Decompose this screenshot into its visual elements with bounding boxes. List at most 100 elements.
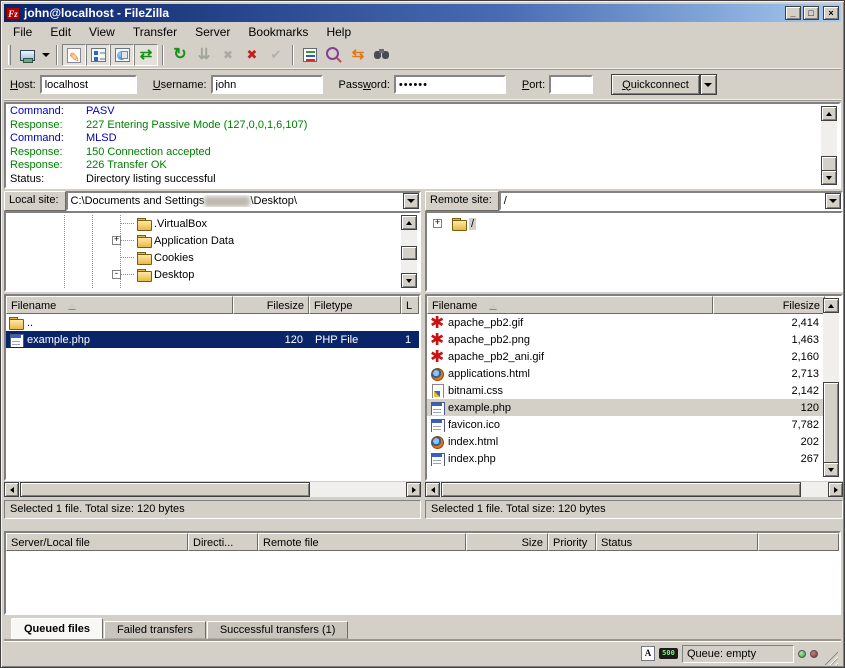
password-input[interactable]	[394, 75, 506, 94]
menu-bookmarks[interactable]: Bookmarks	[239, 24, 317, 40]
file-row[interactable]: apache_pb2_ani.gif2,160	[427, 348, 825, 365]
file-row[interactable]: apache_pb2.gif2,414	[427, 314, 825, 331]
menu-edit[interactable]: Edit	[41, 24, 80, 40]
tree-expander-icon[interactable]: +	[112, 236, 121, 245]
scroll-thumb[interactable]	[401, 246, 417, 260]
compare-directories-button[interactable]	[322, 44, 346, 66]
cancel-operation-button[interactable]	[216, 44, 240, 66]
scroll-right-icon[interactable]	[828, 482, 843, 497]
tab-queued-files[interactable]: Queued files	[11, 618, 103, 639]
file-row[interactable]: apache_pb2.png1,463	[427, 331, 825, 348]
column-header-filename[interactable]: Filename	[6, 296, 233, 314]
local-site-combobox[interactable]: C:\Documents and Settings\Desktop\	[66, 191, 421, 211]
column-header-status[interactable]: Status	[596, 533, 758, 551]
resize-grip[interactable]	[824, 651, 838, 665]
scroll-left-icon[interactable]	[425, 482, 440, 497]
file-row[interactable]: index.php267	[427, 450, 825, 467]
port-input[interactable]	[549, 75, 593, 94]
speed-limit-icon[interactable]: 500	[659, 648, 678, 659]
file-row[interactable]: bitnami.css2,142	[427, 382, 825, 399]
column-header-size[interactable]: Size	[466, 533, 548, 551]
host-input[interactable]	[40, 75, 137, 94]
combo-dropdown-icon[interactable]	[403, 193, 419, 209]
file-row[interactable]: favicon.ico7,782	[427, 416, 825, 433]
tree-item[interactable]: .VirtualBox	[8, 215, 401, 232]
filter-button[interactable]	[298, 44, 322, 66]
tab-failed-transfers[interactable]: Failed transfers	[104, 621, 206, 639]
tree-expander-icon[interactable]: -	[112, 270, 121, 279]
file-row[interactable]: ..	[6, 314, 419, 331]
tree-item[interactable]: +Application Data	[8, 232, 401, 249]
column-header-remote-file[interactable]: Remote file	[258, 533, 466, 551]
minimize-button[interactable]: _	[785, 6, 801, 20]
menu-view[interactable]: View	[80, 24, 124, 40]
remote-list-hscrollbar[interactable]	[425, 482, 843, 497]
combo-dropdown-icon[interactable]	[825, 193, 841, 209]
tree-item[interactable]: -Desktop	[8, 266, 401, 283]
transfer-type-icon[interactable]: A	[641, 646, 655, 661]
menu-transfer[interactable]: Transfer	[124, 24, 186, 40]
toggle-message-log-button[interactable]	[62, 44, 86, 66]
log-text: 227 Entering Passive Mode (127,0,0,1,6,1…	[86, 119, 307, 133]
file-row[interactable]: example.php120PHP File1	[6, 331, 419, 348]
scroll-up-icon[interactable]	[823, 298, 839, 313]
remote-site-combobox[interactable]: /	[499, 191, 843, 211]
close-button[interactable]: ×	[823, 6, 839, 20]
scroll-right-icon[interactable]	[406, 482, 421, 497]
quickconnect-dropdown-icon[interactable]	[700, 74, 717, 95]
php-icon	[9, 333, 23, 347]
maximize-button[interactable]: □	[803, 6, 819, 20]
file-row[interactable]: applications.html2,713	[427, 365, 825, 382]
tree-expander-icon[interactable]: +	[433, 219, 442, 228]
toggle-transfer-queue-button[interactable]	[134, 44, 158, 66]
column-header-filesize[interactable]: Filesize	[713, 296, 825, 314]
site-manager-button[interactable]	[15, 44, 39, 66]
column-header-filename[interactable]: Filename	[427, 296, 713, 314]
column-header-filesize[interactable]: Filesize	[233, 296, 309, 314]
scroll-up-icon[interactable]	[401, 215, 417, 230]
scroll-left-icon[interactable]	[4, 482, 19, 497]
file-row[interactable]: example.php120	[427, 399, 825, 416]
menu-server[interactable]: Server	[186, 24, 239, 40]
scroll-thumb[interactable]	[20, 482, 310, 497]
toolbar-grip[interactable]	[8, 45, 11, 65]
username-input[interactable]	[211, 75, 323, 94]
disconnect-button[interactable]	[240, 44, 264, 66]
filezilla-logo-icon: Fz	[6, 7, 20, 20]
quickconnect-button[interactable]: Quickconnect	[611, 74, 700, 95]
scroll-down-icon[interactable]	[823, 462, 839, 477]
toggle-remote-tree-button[interactable]	[110, 44, 134, 66]
local-list-hscrollbar[interactable]	[4, 482, 421, 497]
menu-file[interactable]: File	[4, 24, 41, 40]
scroll-down-icon[interactable]	[821, 170, 837, 185]
column-header-blank[interactable]	[758, 533, 839, 551]
filesize-cell: 267	[713, 453, 825, 465]
reconnect-button[interactable]	[264, 44, 288, 66]
tree-item[interactable]: Cookies	[8, 249, 401, 266]
toggle-local-tree-button[interactable]	[86, 44, 110, 66]
scroll-thumb[interactable]	[441, 482, 801, 497]
column-header-l[interactable]: L	[401, 296, 419, 314]
column-label: Filename	[432, 300, 477, 312]
column-header-filetype[interactable]: Filetype	[309, 296, 401, 314]
log-label: Status:	[10, 173, 86, 187]
file-row[interactable]: index.html202	[427, 433, 825, 450]
filename-cell: index.php	[427, 452, 713, 466]
column-header-priority[interactable]: Priority	[548, 533, 596, 551]
remote-list-scrollbar[interactable]	[823, 298, 839, 477]
scroll-up-icon[interactable]	[821, 106, 837, 121]
message-log-scrollbar[interactable]	[821, 106, 837, 185]
column-header-server-local-file[interactable]: Server/Local file	[6, 533, 188, 551]
column-header-directi-[interactable]: Directi...	[188, 533, 258, 551]
scroll-down-icon[interactable]	[401, 273, 417, 288]
tab-successful-transfers-1-[interactable]: Successful transfers (1)	[207, 621, 349, 639]
tree-item[interactable]: +/	[429, 215, 839, 232]
menu-help[interactable]: Help	[317, 24, 360, 40]
site-manager-dropdown-button[interactable]	[39, 44, 52, 66]
synchronized-browsing-button[interactable]	[346, 44, 370, 66]
scroll-thumb[interactable]	[823, 382, 839, 464]
refresh-button[interactable]	[168, 44, 192, 66]
process-queue-button[interactable]	[192, 44, 216, 66]
local-tree-scrollbar[interactable]	[401, 215, 417, 288]
find-files-button[interactable]	[370, 44, 394, 66]
